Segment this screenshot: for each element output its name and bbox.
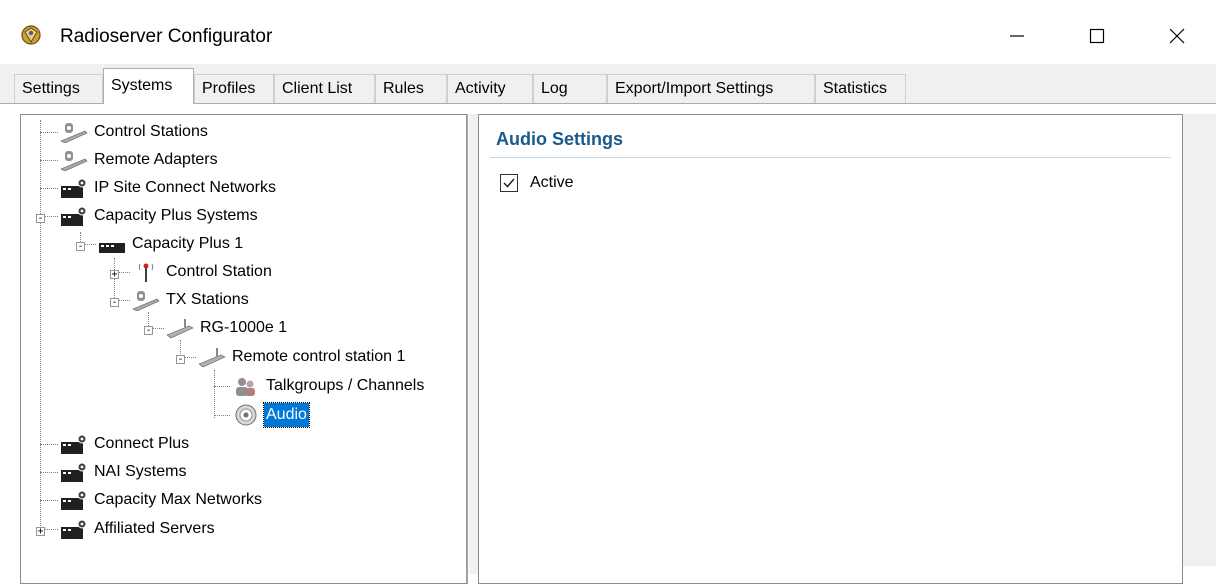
minimize-button[interactable]: [992, 14, 1042, 58]
gateway-icon: [196, 345, 228, 369]
tree-item-ip-site-connect-networks[interactable]: IP Site Connect Networks: [40, 175, 278, 201]
tab-systems[interactable]: Systems: [103, 68, 194, 104]
speaker-icon: [230, 403, 262, 427]
network-icon: [58, 204, 90, 228]
tree-item-label: Capacity Plus Systems: [94, 207, 258, 224]
tree-item-capacity-plus-1[interactable]: Capacity Plus 1: [80, 231, 245, 257]
gateway-icon: [164, 316, 196, 340]
tree-item-rg-1000e-1[interactable]: RG-1000e 1: [148, 315, 289, 341]
control-stations-icon: [130, 288, 162, 312]
detail-panel: [478, 114, 1183, 584]
antenna-icon: [130, 260, 162, 284]
talkgroups-icon: [230, 374, 262, 398]
window-title: Radioserver Configurator: [60, 26, 273, 47]
tab-rules[interactable]: Rules: [375, 74, 447, 103]
tree-item-capacity-max-networks[interactable]: Capacity Max Networks: [40, 487, 264, 513]
expand-affiliated-servers-button[interactable]: +: [36, 527, 45, 537]
tree-item-connect-plus[interactable]: Connect Plus: [40, 431, 191, 457]
network-icon: [58, 460, 90, 484]
collapse-capacity-plus-1-button[interactable]: -: [76, 242, 85, 252]
close-icon: [1169, 28, 1185, 44]
tree-item-label: Remote control station 1: [232, 348, 406, 365]
tree-item-remote-adapters[interactable]: Remote Adapters: [40, 147, 220, 173]
tab-statistics[interactable]: Statistics: [815, 74, 906, 103]
tree-item-control-stations[interactable]: Control Stations: [40, 119, 210, 145]
tab-client-list[interactable]: Client List: [274, 74, 375, 103]
tree-item-talkgroups-channels[interactable]: Talkgroups / Channels: [214, 373, 426, 399]
section-title: Audio Settings: [496, 129, 623, 149]
tree-item-capacity-plus-systems[interactable]: Capacity Plus Systems: [40, 203, 260, 229]
tree-connector: [40, 443, 58, 445]
title-bar: Radioserver Configurator: [0, 0, 1216, 64]
tree-item-label: Connect Plus: [94, 435, 190, 452]
expand-control-station-button[interactable]: +: [110, 270, 119, 280]
maximize-button[interactable]: [1072, 14, 1122, 58]
tree-item-nai-systems[interactable]: NAI Systems: [40, 459, 188, 485]
tree-item-control-station[interactable]: Control Station: [114, 259, 274, 285]
tree-item-tx-stations[interactable]: TX Stations: [114, 287, 251, 313]
tree-item-label: Control Stations: [94, 123, 208, 140]
collapse-capacity-plus-systems-button[interactable]: -: [36, 214, 45, 224]
tree-item-audio[interactable]: Audio: [214, 402, 310, 428]
tree-item-label: Affiliated Servers: [94, 520, 215, 537]
active-checkbox-row[interactable]: Active: [500, 174, 574, 192]
close-button[interactable]: [1152, 14, 1202, 58]
tree-connector: [40, 159, 58, 161]
tree-item-label: NAI Systems: [94, 463, 187, 480]
section-divider: [490, 157, 1171, 158]
tree-item-remote-control-station-1[interactable]: Remote control station 1: [180, 344, 407, 370]
active-label: Active: [530, 174, 574, 191]
collapse-tx-stations-button[interactable]: -: [110, 298, 119, 308]
network-icon: [58, 176, 90, 200]
tree-item-label: TX Stations: [166, 291, 249, 308]
tree-connector: [40, 187, 58, 189]
tree-item-affiliated-servers[interactable]: Affiliated Servers: [40, 516, 217, 542]
tab-settings[interactable]: Settings: [14, 74, 103, 103]
tab-profiles[interactable]: Profiles: [194, 74, 274, 103]
collapse-rg-1000e-1-button[interactable]: -: [144, 326, 153, 336]
network-icon: [58, 517, 90, 541]
tree-item-label: Control Station: [166, 263, 272, 280]
tab-log[interactable]: Log: [533, 74, 607, 103]
splitter[interactable]: [469, 114, 478, 574]
tree-item-label: RG-1000e 1: [200, 319, 288, 336]
remote-adapters-icon: [58, 148, 90, 172]
right-margin: [1183, 114, 1216, 566]
tree-item-label: Audio: [263, 402, 310, 428]
network-icon: [58, 488, 90, 512]
tree-item-label: Remote Adapters: [94, 151, 218, 168]
network-icon: [58, 432, 90, 456]
tab-activity[interactable]: Activity: [447, 74, 533, 103]
tab-export-import-settings[interactable]: Export/Import Settings: [607, 74, 815, 103]
tree-connector: [40, 131, 58, 133]
maximize-icon: [1089, 28, 1105, 44]
tree-connector: [214, 385, 230, 387]
tree-item-label: Capacity Max Networks: [94, 491, 263, 508]
tree-item-label: Capacity Plus 1: [132, 235, 244, 252]
app-logo-icon: [21, 25, 41, 45]
tree-connector: [214, 414, 230, 416]
system-icon: [96, 232, 128, 256]
control-stations-icon: [58, 120, 90, 144]
tree-connector: [40, 499, 58, 501]
tree-item-label: Talkgroups / Channels: [266, 377, 425, 394]
tree-item-label: IP Site Connect Networks: [94, 179, 277, 196]
active-checkbox[interactable]: [500, 174, 518, 192]
minimize-icon: [1010, 35, 1024, 37]
checkmark-icon: [503, 178, 515, 188]
tree-connector: [40, 471, 58, 473]
collapse-remote-control-station-1-button[interactable]: -: [176, 355, 185, 365]
